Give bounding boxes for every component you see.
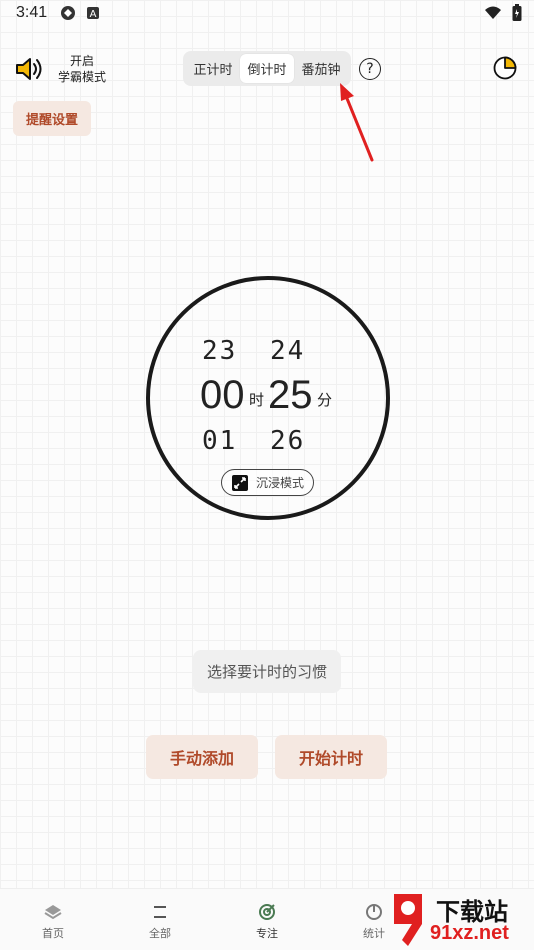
target-icon [259, 904, 275, 920]
timer-mode-segmented: 正计时 倒计时 番茄钟 [183, 51, 351, 86]
tab-countdown[interactable]: 倒计时 [240, 54, 294, 83]
status-time: 3:41 [16, 4, 48, 21]
immersive-label: 沉浸模式 [256, 476, 305, 490]
watermark-logo [394, 894, 422, 946]
speaker-icon[interactable] [14, 55, 44, 83]
watermark-site: 91xz.net [430, 922, 509, 944]
a-icon: A [87, 7, 99, 20]
layers-icon [44, 905, 62, 920]
prev-hour: 23 [202, 336, 238, 366]
manual-add-button[interactable]: 手动添加 [146, 735, 258, 779]
status-icons-left: A [60, 5, 100, 21]
immersive-mode-button[interactable]: 沉浸模式 [221, 469, 314, 496]
selected-hour[interactable]: 00 [200, 373, 245, 418]
expand-icon [232, 474, 248, 491]
hour-unit: 时 [249, 391, 265, 409]
tab-count-up[interactable]: 正计时 [186, 54, 240, 83]
prev-minute: 24 [270, 336, 306, 366]
status-icons-right [484, 4, 522, 22]
sync-icon [61, 6, 75, 20]
help-icon[interactable]: ? [359, 58, 381, 80]
watermark: 下载站 91xz.net [388, 890, 532, 948]
nav-item-all[interactable]: 全部 [130, 903, 190, 941]
nav-label-home: 首页 [42, 927, 64, 940]
select-habit-button[interactable]: 选择要计时的习惯 [193, 650, 341, 693]
xueba-mode-toggle[interactable]: 开启 学霸模式 [56, 53, 108, 85]
remind-settings-button[interactable]: 提醒设置 [13, 101, 91, 136]
nav-item-focus[interactable]: 专注 [237, 903, 297, 941]
next-minute: 26 [270, 426, 306, 456]
next-hour: 01 [202, 426, 238, 456]
nav-label-stats: 统计 [363, 927, 385, 940]
xueba-line1: 开启 [69, 54, 94, 68]
start-timer-button[interactable]: 开始计时 [275, 735, 387, 779]
nav-label-focus: 专注 [256, 927, 278, 940]
stats-icon [366, 904, 382, 920]
tab-pomodoro[interactable]: 番茄钟 [294, 54, 348, 83]
nav-label-all: 全部 [149, 927, 171, 940]
svg-text:A: A [90, 9, 97, 20]
list-icon [154, 906, 166, 918]
annotation-arrow [340, 83, 374, 162]
selected-minute[interactable]: 25 [268, 373, 313, 418]
battery-icon [512, 4, 522, 21]
nav-item-home[interactable]: 首页 [23, 903, 83, 941]
minute-unit: 分 [317, 391, 333, 409]
wifi-icon [485, 6, 501, 19]
xueba-line2: 学霸模式 [57, 70, 106, 84]
pie-chart-icon[interactable] [493, 56, 517, 80]
